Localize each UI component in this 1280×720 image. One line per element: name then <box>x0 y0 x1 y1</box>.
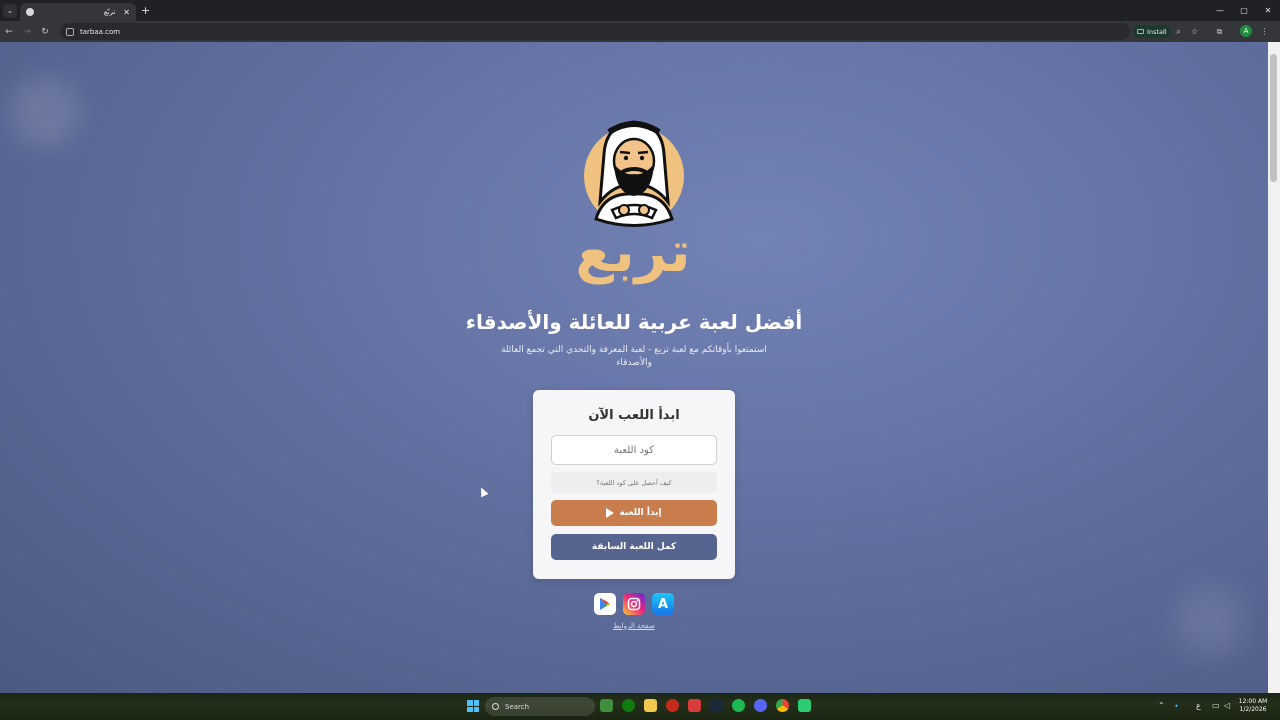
reload-icon[interactable]: ↻ <box>36 27 54 37</box>
browser-tabbar: ⌄ تربّع ✕ + — ▢ ✕ <box>0 0 1280 21</box>
bookmark-star-icon[interactable]: ☆ <box>1188 25 1201 38</box>
links-page-link[interactable]: صفحة الروابط <box>600 622 668 630</box>
app-store-icon: A <box>657 596 669 612</box>
page-subtitle: استمتعوا بأوقاتكم مع لعبة تربع - لعبة ال… <box>501 345 767 368</box>
page-title: أفضل لعبة عربية للعائلة والأصدقاء <box>465 310 803 334</box>
install-app-button[interactable]: Install <box>1133 25 1171 38</box>
taskbar-clock[interactable]: 12:00 AM 1/2/2026 <box>1236 698 1270 714</box>
search-icon <box>492 703 499 710</box>
tab-close-icon[interactable]: ✕ <box>123 8 130 17</box>
taskbar-search[interactable]: Search <box>485 697 595 716</box>
back-icon[interactable]: ← <box>0 27 18 37</box>
address-bar[interactable]: tarbaa.com <box>60 23 1130 40</box>
instagram-link[interactable] <box>623 593 645 615</box>
forward-icon[interactable]: → <box>18 27 36 37</box>
tab-search-icon[interactable]: ⌄ <box>3 3 17 18</box>
volume-icon[interactable]: ◁ <box>1224 701 1230 710</box>
browser-menu-icon[interactable]: ⋮ <box>1258 25 1271 38</box>
url-text: tarbaa.com <box>80 27 121 36</box>
mascot-logo-icon <box>584 120 684 227</box>
how-to-get-code-button[interactable]: كيف أحصل على كود اللعبة؟ <box>551 472 717 493</box>
xbox-icon[interactable] <box>622 699 635 712</box>
brand-wordmark: تربع <box>575 220 691 285</box>
language-indicator[interactable]: ع <box>1196 701 1201 710</box>
google-play-icon <box>600 598 610 610</box>
discord-icon[interactable] <box>754 699 767 712</box>
window-controls: — ▢ ✕ <box>1208 0 1280 21</box>
clock-date: 1/2/2026 <box>1239 706 1267 713</box>
tray-app-icon[interactable]: ⬩ <box>1175 701 1178 711</box>
tab-title: تربّع <box>103 8 116 16</box>
card-title: ابدأ اللعب الآن <box>588 408 680 423</box>
mouse-cursor-icon <box>477 485 489 498</box>
page-scrollbar[interactable] <box>1268 42 1280 693</box>
browser-toolbar: ← → ↻ tarbaa.com Install ⌕ ☆ ⧉ ⋮ <box>0 21 1280 42</box>
google-play-link[interactable] <box>594 593 616 615</box>
zoom-icon[interactable]: ⌕ <box>1172 25 1185 38</box>
decorative-blur <box>1175 587 1245 657</box>
decorative-blur <box>10 77 80 147</box>
app-icon[interactable] <box>798 699 811 712</box>
app-icon[interactable] <box>600 699 613 712</box>
start-game-label: إبدأ اللعبة <box>619 508 662 518</box>
tray-chevron-icon[interactable]: ⌃ <box>1158 701 1165 710</box>
close-window-icon[interactable]: ✕ <box>1256 0 1280 21</box>
maximize-icon[interactable]: ▢ <box>1232 0 1256 21</box>
scrollbar-thumb[interactable] <box>1270 54 1277 182</box>
new-tab-icon[interactable]: + <box>141 4 150 17</box>
install-label: Install <box>1147 27 1167 36</box>
continue-previous-game-button[interactable]: كمل اللعبة السابقة <box>551 534 717 560</box>
minimize-icon[interactable]: — <box>1208 0 1232 21</box>
os-taskbar: Search ⌃ ⬩ ع ▭ ◁ 12:00 AM 1/2/2026 <box>0 693 1280 720</box>
windows-start-icon[interactable] <box>467 700 479 712</box>
file-explorer-icon[interactable] <box>644 699 657 712</box>
page-viewport: تربع أفضل لعبة عربية للعائلة والأصدقاء ا… <box>0 42 1268 693</box>
app-store-link[interactable]: A <box>652 593 674 615</box>
taskbar-search-label: Search <box>505 702 530 711</box>
instagram-icon <box>627 597 641 611</box>
chrome-icon[interactable] <box>776 699 789 712</box>
profile-avatar[interactable]: A <box>1240 25 1252 37</box>
install-icon <box>1137 29 1144 34</box>
network-icon[interactable]: ▭ <box>1212 701 1220 710</box>
game-code-input[interactable] <box>551 435 717 465</box>
browser-tab[interactable]: تربّع ✕ <box>20 3 136 21</box>
app-icon[interactable] <box>688 699 701 712</box>
site-info-icon[interactable] <box>66 27 74 36</box>
steam-icon[interactable] <box>710 699 723 712</box>
tab-favicon-icon <box>26 8 34 16</box>
app-icon[interactable] <box>666 699 679 712</box>
spotify-icon[interactable] <box>732 699 745 712</box>
start-game-card: ابدأ اللعب الآن كيف أحصل على كود اللعبة؟… <box>533 390 735 579</box>
clock-time: 12:00 AM <box>1238 698 1268 705</box>
start-game-button[interactable]: إبدأ اللعبة <box>551 500 717 526</box>
play-icon <box>606 508 615 518</box>
extensions-icon[interactable]: ⧉ <box>1213 25 1226 38</box>
